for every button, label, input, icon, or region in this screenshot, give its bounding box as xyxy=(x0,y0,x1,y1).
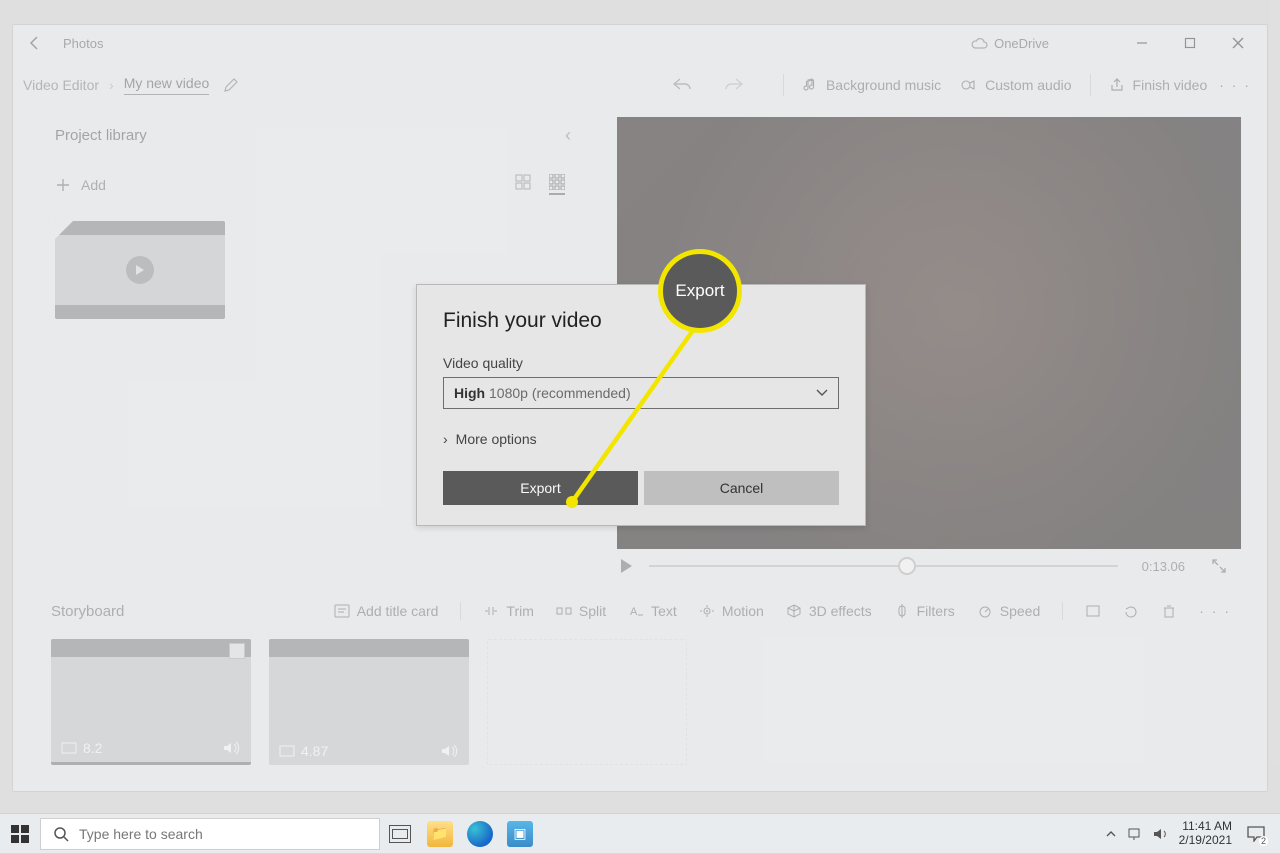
more-button[interactable]: · · · xyxy=(1217,77,1253,93)
resize-button[interactable] xyxy=(1079,602,1107,620)
file-explorer-button[interactable]: 📁 xyxy=(420,814,460,854)
video-quality-label: Video quality xyxy=(443,355,839,371)
trim-button[interactable]: Trim xyxy=(477,601,539,621)
grid-large-icon[interactable] xyxy=(515,174,531,195)
duration-icon xyxy=(279,745,295,757)
library-media-thumb[interactable] xyxy=(55,221,225,319)
tray-overflow-icon[interactable] xyxy=(1105,828,1117,840)
music-icon xyxy=(802,77,818,93)
onedrive-button[interactable]: OneDrive xyxy=(970,36,1049,51)
dialog-title: Finish your video xyxy=(443,309,839,333)
chevron-right-icon: › xyxy=(109,77,114,93)
timeline-scrubber[interactable] xyxy=(649,565,1118,567)
filters-button[interactable]: Filters xyxy=(888,601,961,621)
chevron-down-icon xyxy=(816,389,828,397)
filters-icon xyxy=(894,604,910,618)
play-button[interactable] xyxy=(617,557,635,575)
minimize-button[interactable] xyxy=(1119,28,1165,58)
undo-button[interactable] xyxy=(671,76,693,94)
add-title-card-button[interactable]: Add title card xyxy=(328,601,445,621)
storyboard-panel: Storyboard Add title card Trim Split ATe… xyxy=(27,591,1253,781)
text-button[interactable]: AText xyxy=(622,601,683,621)
start-button[interactable] xyxy=(0,814,40,854)
play-overlay-icon xyxy=(126,256,154,284)
chevron-right-icon: › xyxy=(443,431,448,447)
background-music-button[interactable]: Background music xyxy=(792,73,951,97)
storyboard-clip[interactable]: 4.87 xyxy=(269,639,469,765)
maximize-button[interactable] xyxy=(1167,28,1213,58)
storyboard-more-button[interactable]: · · · xyxy=(1193,601,1237,621)
text-icon: A xyxy=(628,604,644,618)
editor-toolbar: Video Editor › My new video Background m… xyxy=(13,61,1267,109)
plus-icon xyxy=(55,177,71,193)
volume-icon[interactable] xyxy=(441,744,459,758)
clip-checkbox[interactable] xyxy=(229,643,245,659)
clip-duration: 8.2 xyxy=(83,740,102,756)
clip-duration: 4.87 xyxy=(301,743,328,759)
edge-button[interactable] xyxy=(460,814,500,854)
volume-tray-icon[interactable] xyxy=(1153,827,1169,841)
motion-icon xyxy=(699,604,715,618)
close-button[interactable] xyxy=(1215,28,1261,58)
video-quality-select[interactable]: High 1080p (recommended) xyxy=(443,377,839,409)
delete-button[interactable] xyxy=(1155,601,1183,621)
library-title: Project library xyxy=(55,127,147,144)
taskbar-search[interactable]: Type here to search xyxy=(40,818,380,850)
task-view-button[interactable] xyxy=(380,814,420,854)
export-icon xyxy=(1109,77,1125,93)
onedrive-label: OneDrive xyxy=(994,36,1049,51)
app-title: Photos xyxy=(63,36,103,51)
custom-audio-button[interactable]: Custom audio xyxy=(951,73,1081,97)
audio-icon xyxy=(961,77,977,93)
split-icon xyxy=(556,604,572,618)
volume-icon[interactable] xyxy=(223,741,241,755)
search-icon xyxy=(53,826,69,842)
finish-video-button[interactable]: Finish video xyxy=(1099,73,1218,97)
cloud-icon xyxy=(970,37,988,49)
more-options-toggle[interactable]: › More options xyxy=(443,431,839,447)
split-button[interactable]: Split xyxy=(550,601,612,621)
add-media-button[interactable]: Add xyxy=(55,177,106,193)
time-display: 0:13.06 xyxy=(1142,559,1185,574)
speed-button[interactable]: Speed xyxy=(971,601,1046,621)
scrubber-knob[interactable] xyxy=(898,557,916,575)
3d-effects-button[interactable]: 3D effects xyxy=(780,601,878,621)
export-button[interactable]: Export xyxy=(443,471,638,505)
duration-icon xyxy=(61,742,77,754)
speed-icon xyxy=(977,604,993,618)
rotate-button[interactable] xyxy=(1117,602,1145,620)
breadcrumb-current[interactable]: My new video xyxy=(124,75,210,95)
taskbar: Type here to search 📁 ▣ 11:41 AM 2/19/20… xyxy=(0,813,1280,853)
finish-video-dialog: Finish your video Video quality High 108… xyxy=(416,284,866,526)
grid-small-icon[interactable] xyxy=(549,174,565,195)
title-card-icon xyxy=(334,604,350,618)
titlebar: Photos OneDrive xyxy=(13,25,1267,61)
tutorial-callout: Export xyxy=(658,249,742,333)
rename-button[interactable] xyxy=(223,77,239,93)
breadcrumb-root[interactable]: Video Editor xyxy=(23,77,99,93)
motion-button[interactable]: Motion xyxy=(693,601,770,621)
back-button[interactable] xyxy=(23,31,47,55)
search-placeholder: Type here to search xyxy=(79,826,203,842)
clock[interactable]: 11:41 AM 2/19/2021 xyxy=(1179,820,1232,848)
cancel-button[interactable]: Cancel xyxy=(644,471,839,505)
collapse-library-button[interactable]: ‹ xyxy=(565,125,579,146)
redo-button[interactable] xyxy=(723,76,745,94)
storyboard-drop-target[interactable] xyxy=(487,639,687,765)
storyboard-clip[interactable]: 8.2 xyxy=(51,639,251,765)
action-center-button[interactable]: 2 xyxy=(1242,820,1270,848)
svg-text:A: A xyxy=(630,606,638,618)
photos-taskbar-button[interactable]: ▣ xyxy=(500,814,540,854)
network-icon[interactable] xyxy=(1127,827,1143,841)
cube-icon xyxy=(786,604,802,618)
playback-bar: 0:13.06 xyxy=(617,557,1247,575)
breadcrumb: Video Editor › My new video xyxy=(23,75,209,95)
fullscreen-button[interactable] xyxy=(1211,558,1227,574)
storyboard-title: Storyboard xyxy=(51,603,124,620)
trim-icon xyxy=(483,604,499,618)
